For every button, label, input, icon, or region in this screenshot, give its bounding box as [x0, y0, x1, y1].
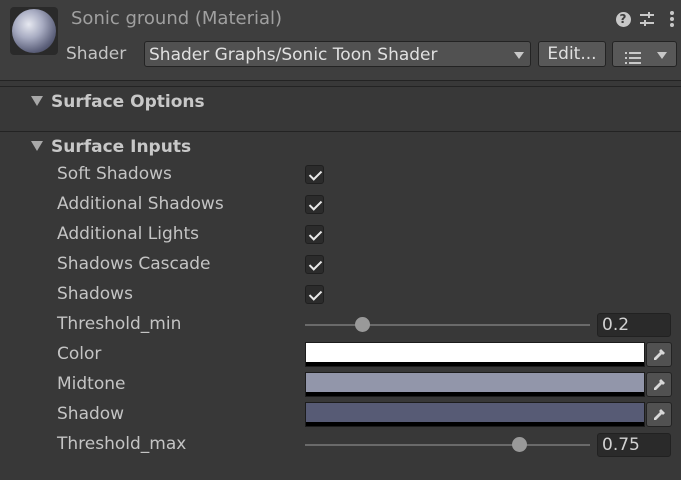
- threshold-min-slider[interactable]: [305, 324, 590, 326]
- shader-dropdown[interactable]: Shader Graphs/Sonic Toon Shader: [144, 41, 531, 67]
- row-shadows: Shadows: [0, 280, 681, 310]
- property-label: Soft Shadows: [57, 164, 172, 184]
- list-icon: [625, 49, 641, 64]
- shadow-swatch[interactable]: [305, 402, 645, 427]
- eyedropper-icon[interactable]: [646, 342, 672, 367]
- row-color: Color: [0, 340, 681, 370]
- inspector-header: Sonic ground (Material) ? Shader Shader …: [0, 0, 681, 80]
- threshold-max-slider[interactable]: [305, 444, 590, 446]
- property-label: Additional Lights: [57, 224, 200, 244]
- property-label: Additional Shadows: [57, 194, 224, 214]
- property-label: Threshold_min: [57, 314, 182, 334]
- threshold-min-field[interactable]: 0.2: [597, 313, 671, 337]
- row-shadow: Shadow: [0, 400, 681, 430]
- additional-lights-checkbox[interactable]: [305, 225, 324, 244]
- eyedropper-icon[interactable]: [646, 372, 672, 397]
- presets-icon[interactable]: [637, 9, 657, 29]
- row-threshold-min: Threshold_min 0.2: [0, 310, 681, 340]
- soft-shadows-checkbox[interactable]: [305, 165, 324, 184]
- property-label: Threshold_max: [57, 434, 187, 454]
- property-label: Shadows: [57, 284, 133, 304]
- section-title: Surface Inputs: [51, 137, 192, 157]
- section-surface-options[interactable]: Surface Options: [0, 87, 681, 117]
- material-title: Sonic ground (Material): [71, 8, 283, 29]
- edit-shader-button[interactable]: Edit...: [538, 41, 606, 67]
- row-soft-shadows: Soft Shadows: [0, 160, 681, 190]
- chevron-down-icon: [657, 52, 667, 59]
- property-label: Shadow: [57, 404, 125, 424]
- threshold-min-slider-handle[interactable]: [355, 317, 370, 332]
- shader-dropdown-value: Shader Graphs/Sonic Toon Shader: [149, 45, 438, 65]
- threshold-max-slider-handle[interactable]: [511, 437, 527, 452]
- shadows-checkbox[interactable]: [305, 285, 324, 304]
- divider: [0, 80, 681, 81]
- threshold-max-field[interactable]: 0.75: [597, 433, 671, 457]
- row-additional-lights: Additional Lights: [0, 220, 681, 250]
- row-shadows-cascade: Shadows Cascade: [0, 250, 681, 280]
- foldout-arrow-icon: [31, 141, 43, 151]
- property-label: Shadows Cascade: [57, 254, 211, 274]
- row-additional-shadows: Additional Shadows: [0, 190, 681, 220]
- shader-options-button[interactable]: [612, 41, 677, 67]
- property-label: Midtone: [57, 374, 126, 394]
- section-surface-inputs[interactable]: Surface Inputs: [0, 132, 681, 162]
- chevron-down-icon: [514, 52, 524, 59]
- eyedropper-icon[interactable]: [646, 402, 672, 427]
- row-threshold-max: Threshold_max 0.75: [0, 430, 681, 460]
- kebab-menu-icon[interactable]: [662, 9, 681, 29]
- material-preview-icon: [10, 7, 58, 55]
- section-title: Surface Options: [51, 92, 205, 112]
- shader-label: Shader: [66, 44, 127, 64]
- help-icon[interactable]: ?: [613, 9, 633, 29]
- additional-shadows-checkbox[interactable]: [305, 195, 324, 214]
- row-midtone: Midtone: [0, 370, 681, 400]
- foldout-arrow-icon: [31, 96, 43, 106]
- property-label: Color: [57, 344, 102, 364]
- midtone-swatch[interactable]: [305, 372, 645, 397]
- shadows-cascade-checkbox[interactable]: [305, 255, 324, 274]
- color-swatch[interactable]: [305, 342, 645, 367]
